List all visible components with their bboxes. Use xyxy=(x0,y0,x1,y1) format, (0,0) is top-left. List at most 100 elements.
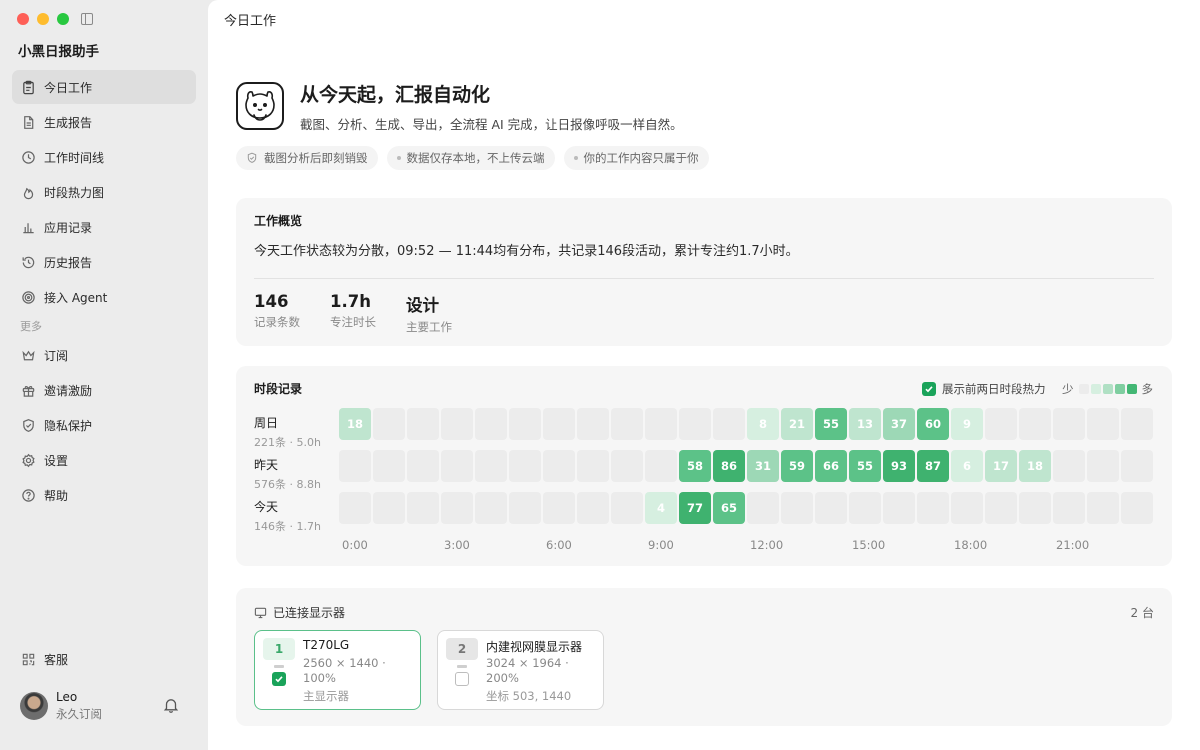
heatmap-cell[interactable] xyxy=(441,408,473,440)
sidebar-item-settings[interactable]: 设置 xyxy=(12,443,196,477)
heatmap-cell[interactable]: 65 xyxy=(713,492,745,524)
display-card-2[interactable]: 2 内建视网膜显示器 3024 × 1964 · 200% 坐标 503, 14… xyxy=(437,630,604,710)
heatmap-cell[interactable] xyxy=(611,408,643,440)
sidebar-item-support[interactable]: 客服 xyxy=(12,642,196,676)
heatmap-cell[interactable]: 55 xyxy=(815,408,847,440)
show-previous-days-toggle[interactable]: 展示前两日时段热力 xyxy=(922,381,1046,397)
heatmap-cell[interactable] xyxy=(543,492,575,524)
heatmap-cell[interactable]: 18 xyxy=(1019,450,1051,482)
checkbox[interactable] xyxy=(922,382,936,396)
heatmap-cell[interactable] xyxy=(407,408,439,440)
heatmap-cell[interactable] xyxy=(577,450,609,482)
user-profile[interactable]: Leo 永久订阅 xyxy=(20,686,190,726)
heatmap-cell[interactable]: 8 xyxy=(747,408,779,440)
heatmap-cell[interactable] xyxy=(373,408,405,440)
heatmap-cell[interactable]: 4 xyxy=(645,492,677,524)
heatmap-cell[interactable] xyxy=(713,408,745,440)
sidebar-item-invite[interactable]: 邀请激励 xyxy=(12,373,196,407)
heatmap-cell[interactable] xyxy=(407,450,439,482)
heatmap-cell[interactable]: 31 xyxy=(747,450,779,482)
heatmap-cell[interactable] xyxy=(509,492,541,524)
heatmap-cell[interactable] xyxy=(1087,492,1119,524)
display-checkbox[interactable] xyxy=(272,672,286,686)
heatmap-cell[interactable] xyxy=(1121,450,1153,482)
heatmap-cell-value: 87 xyxy=(924,459,941,473)
heatmap-cell[interactable]: 87 xyxy=(917,450,949,482)
heatmap-cell[interactable] xyxy=(339,450,371,482)
sidebar-item-agent[interactable]: 接入 Agent xyxy=(12,280,196,314)
heatmap-cell[interactable] xyxy=(1019,492,1051,524)
sidebar-item-privacy[interactable]: 隐私保护 xyxy=(12,408,196,442)
display-checkbox[interactable] xyxy=(455,672,469,686)
heatmap-cell[interactable] xyxy=(441,450,473,482)
heatmap-cell[interactable]: 9 xyxy=(951,408,983,440)
heatmap-cell[interactable] xyxy=(509,450,541,482)
heatmap-cell[interactable] xyxy=(373,492,405,524)
heatmap-cell[interactable] xyxy=(985,408,1017,440)
heatmap-cell[interactable]: 58 xyxy=(679,450,711,482)
heatmap-cell[interactable] xyxy=(611,492,643,524)
display-card-1[interactable]: 1 T270LG 2560 × 1440 · 100% 主显示器 xyxy=(254,630,421,710)
heatmap-cell[interactable]: 21 xyxy=(781,408,813,440)
heatmap-cell[interactable] xyxy=(543,408,575,440)
heatmap-cell[interactable] xyxy=(747,492,779,524)
sidebar-toggle-icon[interactable] xyxy=(81,13,93,25)
dot-icon xyxy=(573,156,578,160)
heatmap-cell[interactable] xyxy=(883,492,915,524)
bell-icon[interactable] xyxy=(162,696,180,714)
minimize-window-button[interactable] xyxy=(37,13,49,25)
sidebar-item-generate-report[interactable]: 生成报告 xyxy=(12,105,196,139)
sidebar-item-heatmap[interactable]: 时段热力图 xyxy=(12,175,196,209)
heatmap-cell[interactable] xyxy=(577,408,609,440)
heatmap-cell[interactable] xyxy=(645,408,677,440)
heatmap-cell[interactable]: 86 xyxy=(713,450,745,482)
heatmap-cell[interactable] xyxy=(373,450,405,482)
heatmap-cell[interactable] xyxy=(339,492,371,524)
heatmap-cell[interactable] xyxy=(917,492,949,524)
heatmap-cell[interactable]: 18 xyxy=(339,408,371,440)
heatmap-cell[interactable] xyxy=(407,492,439,524)
heatmap-cell[interactable] xyxy=(577,492,609,524)
heatmap-cell[interactable]: 77 xyxy=(679,492,711,524)
heatmap-cell[interactable] xyxy=(815,492,847,524)
heatmap-cell[interactable] xyxy=(509,408,541,440)
heatmap-cell[interactable] xyxy=(1053,450,1085,482)
heatmap-cell[interactable]: 37 xyxy=(883,408,915,440)
heatmap-cell[interactable] xyxy=(781,492,813,524)
heatmap-cell[interactable] xyxy=(645,450,677,482)
heatmap-cell[interactable]: 13 xyxy=(849,408,881,440)
heatmap-cell[interactable]: 93 xyxy=(883,450,915,482)
heatmap-cell[interactable]: 66 xyxy=(815,450,847,482)
heatmap-cell[interactable]: 17 xyxy=(985,450,1017,482)
heatmap-cell[interactable] xyxy=(951,492,983,524)
heatmap-cell[interactable] xyxy=(1019,408,1051,440)
heatmap-cell[interactable]: 55 xyxy=(849,450,881,482)
heatmap-cell[interactable] xyxy=(1053,408,1085,440)
sidebar-item-history-reports[interactable]: 历史报告 xyxy=(12,245,196,279)
sidebar-item-help[interactable]: 帮助 xyxy=(12,478,196,512)
heatmap-cell[interactable] xyxy=(475,492,507,524)
heatmap-cell[interactable] xyxy=(611,450,643,482)
heatmap-cell[interactable]: 59 xyxy=(781,450,813,482)
heatmap-cell[interactable]: 60 xyxy=(917,408,949,440)
zoom-window-button[interactable] xyxy=(57,13,69,25)
heatmap-cell[interactable] xyxy=(1087,450,1119,482)
sidebar-item-today-work[interactable]: 今日工作 xyxy=(12,70,196,104)
sidebar-item-subscription[interactable]: 订阅 xyxy=(12,338,196,372)
stat-value: 1.7h xyxy=(330,292,371,311)
heatmap-cell[interactable] xyxy=(1121,492,1153,524)
sidebar-item-timeline[interactable]: 工作时间线 xyxy=(12,140,196,174)
heatmap-cell[interactable] xyxy=(679,408,711,440)
heatmap-cell[interactable] xyxy=(849,492,881,524)
heatmap-cell[interactable] xyxy=(1121,408,1153,440)
heatmap-cell[interactable] xyxy=(475,408,507,440)
heatmap-cell[interactable] xyxy=(475,450,507,482)
heatmap-cell[interactable] xyxy=(1053,492,1085,524)
close-window-button[interactable] xyxy=(17,13,29,25)
heatmap-cell[interactable] xyxy=(985,492,1017,524)
heatmap-cell[interactable] xyxy=(1087,408,1119,440)
heatmap-cell[interactable] xyxy=(441,492,473,524)
heatmap-cell[interactable] xyxy=(543,450,575,482)
sidebar-item-app-records[interactable]: 应用记录 xyxy=(12,210,196,244)
heatmap-cell[interactable]: 6 xyxy=(951,450,983,482)
